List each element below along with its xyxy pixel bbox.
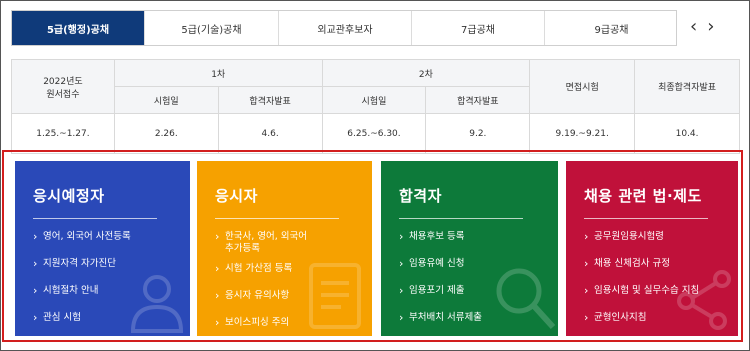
divider [584,218,708,219]
card-recruitment-law[interactable]: 채용 관련 법·제도 공무원임용시험령 채용 신체검사 규정 임용시험 및 실무… [566,161,738,336]
card-link-list: 한국사, 영어, 외국어 추가등록 시험 가산점 등록 응시자 유의사항 보이스… [215,231,307,329]
card-prospective-applicant[interactable]: 응시예정자 영어, 외국어 사전등록 지원자격 자가진단 시험절차 안내 관심 … [15,161,190,336]
card-applicant[interactable]: 응시자 한국사, 영어, 외국어 추가등록 시험 가산점 등록 응시자 유의사항… [197,161,372,336]
cell-s1-exam: 2.26. [113,113,219,154]
link-exam-decree[interactable]: 공무원임용시험령 [584,231,699,243]
cell-final: 10.4. [634,113,740,154]
header-apply: 2022년도 원서접수 [11,59,115,114]
card-link-list: 영어, 외국어 사전등록 지원자격 자가진단 시험절차 안내 관심 시험 [33,231,131,324]
tab-grade7[interactable]: 7급공채 [412,11,545,45]
tab-grade5-tech[interactable]: 5급(기술)공채 [145,11,279,45]
header-s2-pass: 합격자발표 [425,86,531,114]
link-exam-procedure[interactable]: 시험절차 안내 [33,285,131,297]
document-icon [309,263,361,329]
tab-diplomat[interactable]: 외교관후보자 [279,11,412,45]
cell-s1-pass: 4.6. [217,113,323,154]
header-interview: 면접시험 [529,59,636,114]
link-eligibility-check[interactable]: 지원자격 자가진단 [33,258,131,270]
network-icon [677,270,731,330]
table-row: 1.25.~1.27. 2.26. 4.6. 6.25.~6.30. 9.2. … [11,113,740,154]
quick-menu-cards: 응시예정자 영어, 외국어 사전등록 지원자격 자가진단 시험절차 안내 관심 … [2,150,743,342]
header-stage1: 1차 [113,59,323,87]
card-title: 응시자 [215,187,258,205]
link-appointment-deferral[interactable]: 임용유예 신청 [399,258,482,270]
card-title: 응시예정자 [33,187,105,205]
link-additional-register[interactable]: 한국사, 영어, 외국어 추가등록 [215,231,307,255]
link-phishing-warning[interactable]: 보이스피싱 주의 [215,317,307,329]
person-icon [130,275,184,333]
cell-interview: 9.19.~9.21. [529,113,636,154]
header-s1-pass: 합격자발표 [217,86,323,114]
exam-schedule-table: 2022년도 원서접수 1차 2차 면접시험 최종합격자발표 시험일 합격자발표… [11,59,740,154]
chevron-left-icon[interactable]: ‹ [690,18,697,36]
magnifier-icon [496,268,556,330]
header-apply-label: 2022년도 원서접수 [43,76,83,100]
card-title: 채용 관련 법·제도 [584,187,702,205]
divider [399,218,523,219]
tab-nav: ‹ › [690,18,714,36]
link-lang-preregister[interactable]: 영어, 외국어 사전등록 [33,231,131,243]
link-candidate-register[interactable]: 채용후보 등록 [399,231,482,243]
link-bonus-points[interactable]: 시험 가산점 등록 [215,263,307,275]
header-s2-exam: 시험일 [321,86,427,114]
exam-type-tabs: 5급(행정)공채 5급(기술)공채 외교관후보자 7급공채 9급공채 [11,10,677,46]
card-link-list: 채용후보 등록 임용유예 신청 임용포기 제출 부처배치 서류제출 [399,231,482,324]
link-placement-docs[interactable]: 부처배치 서류제출 [399,312,482,324]
chevron-right-icon[interactable]: › [707,18,714,36]
header-final: 최종합격자발표 [634,59,740,114]
tab-grade9[interactable]: 9급공채 [545,11,678,45]
divider [215,218,339,219]
header-s1-exam: 시험일 [113,86,219,114]
cell-s2-pass: 9.2. [425,113,531,154]
card-successful-candidate[interactable]: 합격자 채용후보 등록 임용유예 신청 임용포기 제출 부처배치 서류제출 [381,161,558,336]
divider [33,218,157,219]
card-title: 합격자 [399,187,442,205]
tab-grade5-admin[interactable]: 5급(행정)공채 [12,11,145,45]
cell-s2-exam: 6.25.~6.30. [321,113,427,154]
header-stage2: 2차 [321,59,531,87]
cell-apply: 1.25.~1.27. [11,113,115,154]
link-favorite-exam[interactable]: 관심 시험 [33,312,131,324]
link-applicant-notice[interactable]: 응시자 유의사항 [215,290,307,302]
link-appointment-waiver[interactable]: 임용포기 제출 [399,285,482,297]
